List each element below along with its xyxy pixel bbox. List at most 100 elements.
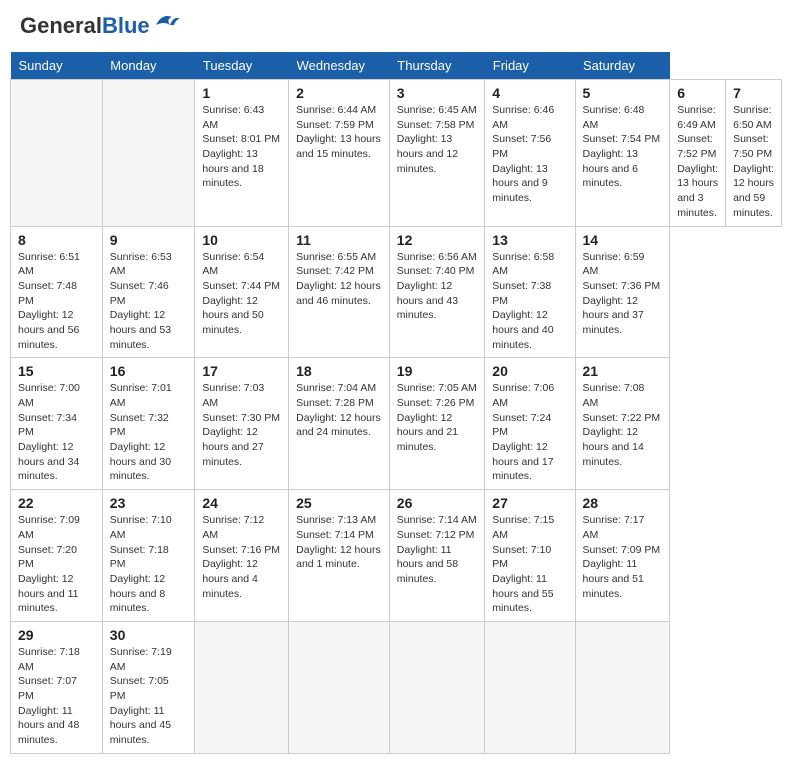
day-number: 21 xyxy=(583,363,663,379)
day-info: Sunrise: 6:58 AM Sunset: 7:38 PM Dayligh… xyxy=(492,250,567,353)
day-number: 2 xyxy=(296,85,382,101)
day-info: Sunrise: 7:13 AM Sunset: 7:14 PM Dayligh… xyxy=(296,513,382,572)
day-cell-14: 14 Sunrise: 6:59 AM Sunset: 7:36 PM Dayl… xyxy=(575,226,670,358)
day-number: 19 xyxy=(397,363,477,379)
day-cell-20: 20 Sunrise: 7:06 AM Sunset: 7:24 PM Dayl… xyxy=(485,358,575,490)
day-cell-4: 4 Sunrise: 6:46 AM Sunset: 7:56 PM Dayli… xyxy=(485,80,575,227)
day-number: 6 xyxy=(677,85,718,101)
day-number: 13 xyxy=(492,232,567,248)
day-cell-12: 12 Sunrise: 6:56 AM Sunset: 7:40 PM Dayl… xyxy=(389,226,484,358)
day-cell-9: 9 Sunrise: 6:53 AM Sunset: 7:46 PM Dayli… xyxy=(102,226,195,358)
day-info: Sunrise: 7:05 AM Sunset: 7:26 PM Dayligh… xyxy=(397,381,477,454)
day-number: 15 xyxy=(18,363,95,379)
day-info: Sunrise: 6:44 AM Sunset: 7:59 PM Dayligh… xyxy=(296,103,382,162)
day-number: 11 xyxy=(296,232,382,248)
day-header-saturday: Saturday xyxy=(575,52,670,80)
calendar-week-1: 1 Sunrise: 6:43 AM Sunset: 8:01 PM Dayli… xyxy=(11,80,782,227)
day-cell-26: 26 Sunrise: 7:14 AM Sunset: 7:12 PM Dayl… xyxy=(389,490,484,622)
day-cell-8: 8 Sunrise: 6:51 AM Sunset: 7:48 PM Dayli… xyxy=(11,226,103,358)
day-number: 18 xyxy=(296,363,382,379)
day-cell-29: 29 Sunrise: 7:18 AM Sunset: 7:07 PM Dayl… xyxy=(11,621,103,753)
empty-cell xyxy=(389,621,484,753)
day-number: 22 xyxy=(18,495,95,511)
day-cell-24: 24 Sunrise: 7:12 AM Sunset: 7:16 PM Dayl… xyxy=(195,490,289,622)
day-info: Sunrise: 6:56 AM Sunset: 7:40 PM Dayligh… xyxy=(397,250,477,323)
day-cell-15: 15 Sunrise: 7:00 AM Sunset: 7:34 PM Dayl… xyxy=(11,358,103,490)
day-info: Sunrise: 6:53 AM Sunset: 7:46 PM Dayligh… xyxy=(110,250,188,353)
day-info: Sunrise: 7:03 AM Sunset: 7:30 PM Dayligh… xyxy=(202,381,281,469)
empty-cell xyxy=(102,80,195,227)
day-cell-1: 1 Sunrise: 6:43 AM Sunset: 8:01 PM Dayli… xyxy=(195,80,289,227)
day-number: 17 xyxy=(202,363,281,379)
day-number: 29 xyxy=(18,627,95,643)
day-number: 5 xyxy=(583,85,663,101)
day-info: Sunrise: 6:50 AM Sunset: 7:50 PM Dayligh… xyxy=(733,103,774,221)
day-info: Sunrise: 7:19 AM Sunset: 7:05 PM Dayligh… xyxy=(110,645,188,748)
calendar-week-3: 15 Sunrise: 7:00 AM Sunset: 7:34 PM Dayl… xyxy=(11,358,782,490)
day-cell-10: 10 Sunrise: 6:54 AM Sunset: 7:44 PM Dayl… xyxy=(195,226,289,358)
day-info: Sunrise: 6:48 AM Sunset: 7:54 PM Dayligh… xyxy=(583,103,663,191)
day-number: 3 xyxy=(397,85,477,101)
day-number: 8 xyxy=(18,232,95,248)
empty-cell xyxy=(575,621,670,753)
logo: GeneralBlue xyxy=(20,15,180,37)
day-info: Sunrise: 7:12 AM Sunset: 7:16 PM Dayligh… xyxy=(202,513,281,601)
day-cell-27: 27 Sunrise: 7:15 AM Sunset: 7:10 PM Dayl… xyxy=(485,490,575,622)
day-cell-6: 6 Sunrise: 6:49 AM Sunset: 7:52 PM Dayli… xyxy=(670,80,726,227)
day-number: 28 xyxy=(583,495,663,511)
day-number: 20 xyxy=(492,363,567,379)
day-number: 24 xyxy=(202,495,281,511)
day-info: Sunrise: 7:09 AM Sunset: 7:20 PM Dayligh… xyxy=(18,513,95,616)
empty-cell xyxy=(485,621,575,753)
day-number: 14 xyxy=(583,232,663,248)
calendar-body: 1 Sunrise: 6:43 AM Sunset: 8:01 PM Dayli… xyxy=(11,80,782,754)
day-cell-3: 3 Sunrise: 6:45 AM Sunset: 7:58 PM Dayli… xyxy=(389,80,484,227)
day-info: Sunrise: 7:04 AM Sunset: 7:28 PM Dayligh… xyxy=(296,381,382,440)
day-info: Sunrise: 7:14 AM Sunset: 7:12 PM Dayligh… xyxy=(397,513,477,586)
calendar-week-5: 29 Sunrise: 7:18 AM Sunset: 7:07 PM Dayl… xyxy=(11,621,782,753)
empty-cell xyxy=(289,621,390,753)
day-info: Sunrise: 7:06 AM Sunset: 7:24 PM Dayligh… xyxy=(492,381,567,484)
day-number: 25 xyxy=(296,495,382,511)
day-number: 9 xyxy=(110,232,188,248)
day-number: 1 xyxy=(202,85,281,101)
day-cell-22: 22 Sunrise: 7:09 AM Sunset: 7:20 PM Dayl… xyxy=(11,490,103,622)
day-header-friday: Friday xyxy=(485,52,575,80)
day-info: Sunrise: 7:00 AM Sunset: 7:34 PM Dayligh… xyxy=(18,381,95,484)
day-number: 4 xyxy=(492,85,567,101)
day-info: Sunrise: 6:45 AM Sunset: 7:58 PM Dayligh… xyxy=(397,103,477,176)
day-cell-18: 18 Sunrise: 7:04 AM Sunset: 7:28 PM Dayl… xyxy=(289,358,390,490)
day-cell-23: 23 Sunrise: 7:10 AM Sunset: 7:18 PM Dayl… xyxy=(102,490,195,622)
day-number: 30 xyxy=(110,627,188,643)
day-info: Sunrise: 7:15 AM Sunset: 7:10 PM Dayligh… xyxy=(492,513,567,616)
page-header: GeneralBlue xyxy=(10,10,782,42)
day-cell-13: 13 Sunrise: 6:58 AM Sunset: 7:38 PM Dayl… xyxy=(485,226,575,358)
day-number: 27 xyxy=(492,495,567,511)
day-cell-30: 30 Sunrise: 7:19 AM Sunset: 7:05 PM Dayl… xyxy=(102,621,195,753)
day-cell-7: 7 Sunrise: 6:50 AM Sunset: 7:50 PM Dayli… xyxy=(726,80,782,227)
day-number: 7 xyxy=(733,85,774,101)
day-header-monday: Monday xyxy=(102,52,195,80)
day-header-thursday: Thursday xyxy=(389,52,484,80)
day-header-wednesday: Wednesday xyxy=(289,52,390,80)
day-info: Sunrise: 6:43 AM Sunset: 8:01 PM Dayligh… xyxy=(202,103,281,191)
day-cell-25: 25 Sunrise: 7:13 AM Sunset: 7:14 PM Dayl… xyxy=(289,490,390,622)
day-cell-2: 2 Sunrise: 6:44 AM Sunset: 7:59 PM Dayli… xyxy=(289,80,390,227)
day-cell-21: 21 Sunrise: 7:08 AM Sunset: 7:22 PM Dayl… xyxy=(575,358,670,490)
day-info: Sunrise: 6:46 AM Sunset: 7:56 PM Dayligh… xyxy=(492,103,567,206)
day-info: Sunrise: 6:55 AM Sunset: 7:42 PM Dayligh… xyxy=(296,250,382,309)
day-number: 23 xyxy=(110,495,188,511)
day-cell-19: 19 Sunrise: 7:05 AM Sunset: 7:26 PM Dayl… xyxy=(389,358,484,490)
day-header-sunday: Sunday xyxy=(11,52,103,80)
day-info: Sunrise: 7:01 AM Sunset: 7:32 PM Dayligh… xyxy=(110,381,188,484)
day-info: Sunrise: 6:51 AM Sunset: 7:48 PM Dayligh… xyxy=(18,250,95,353)
day-cell-17: 17 Sunrise: 7:03 AM Sunset: 7:30 PM Dayl… xyxy=(195,358,289,490)
calendar-header-row: SundayMondayTuesdayWednesdayThursdayFrid… xyxy=(11,52,782,80)
logo-text: GeneralBlue xyxy=(20,15,150,37)
day-info: Sunrise: 6:49 AM Sunset: 7:52 PM Dayligh… xyxy=(677,103,718,221)
day-info: Sunrise: 7:08 AM Sunset: 7:22 PM Dayligh… xyxy=(583,381,663,469)
day-number: 10 xyxy=(202,232,281,248)
calendar-table: SundayMondayTuesdayWednesdayThursdayFrid… xyxy=(10,52,782,754)
day-cell-28: 28 Sunrise: 7:17 AM Sunset: 7:09 PM Dayl… xyxy=(575,490,670,622)
day-info: Sunrise: 7:17 AM Sunset: 7:09 PM Dayligh… xyxy=(583,513,663,601)
